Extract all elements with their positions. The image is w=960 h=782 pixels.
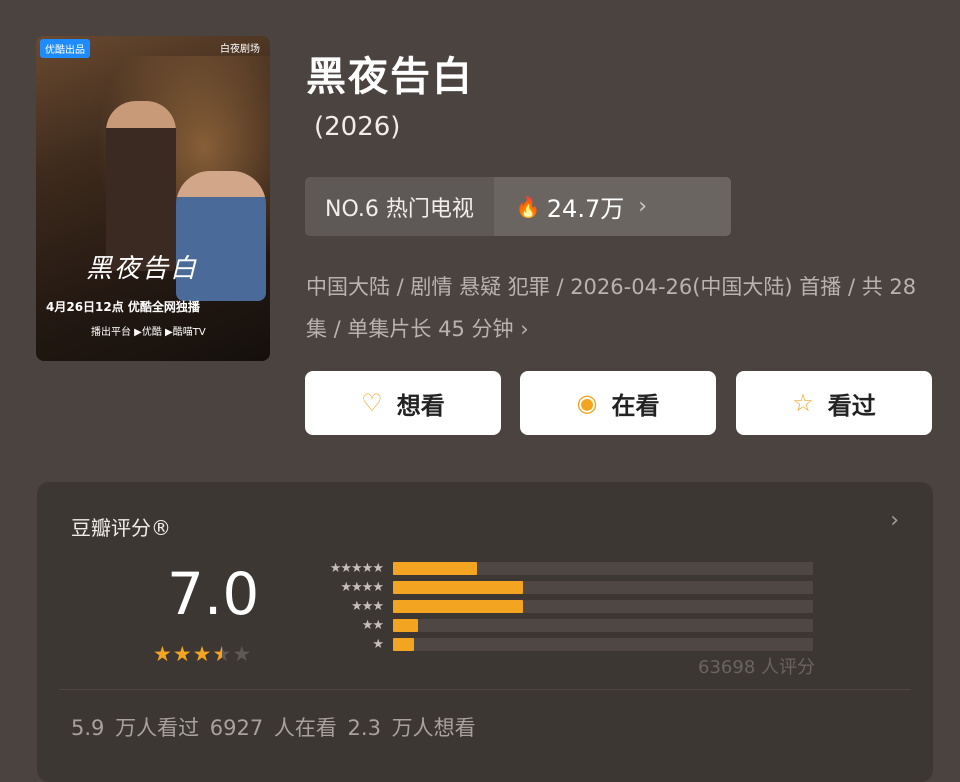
star-icon: ★ [232,642,253,666]
rating-bar [393,581,524,594]
rating-bar-track [393,581,813,594]
target-icon: ◉ [576,389,598,417]
rating-row: ★★ [299,616,813,635]
chevron-right-icon: › [638,194,648,219]
want-button[interactable]: ♡ 想看 [305,371,501,435]
rating-bar [393,638,414,651]
rating-bar [393,562,477,575]
rating-row: ★★★ [299,597,813,616]
meta-text: 中国大陆 / 剧情 悬疑 犯罪 / 2026-04-26(中国大陆) 首播 / … [306,275,917,341]
rating-row-stars: ★★ [361,618,384,633]
show-year: (2026) [314,112,401,142]
poster-image[interactable]: 优酷出品 白夜剧场 黑夜告白 4月26日12点 优酷全网独播 播出平台 ▶优酷 … [36,36,270,361]
rating-card[interactable]: 豆瓣评分® › 7.0 ★★★★★ ★★★★★ ★★★★ ★★★ ★★ ★ 63698 … [37,482,933,782]
rating-row: ★★★★ [299,578,813,597]
rating-bar [393,600,524,613]
rating-bar-track [393,562,813,575]
star-icon: ★ [153,642,173,666]
rating-label: 豆瓣评分® [71,516,171,540]
poster-figure-left [106,101,176,271]
watching-label: 在看 [611,391,660,420]
divider [59,689,911,690]
rating-row-stars: ★ [372,637,384,652]
audience-stats: 5.9 万人看过 6927 人在看 2.3 万人想看 [71,716,476,740]
rating-distribution: ★★★★★ ★★★★ ★★★ ★★ ★ [299,559,813,654]
poster-platforms: 播出平台 ▶优酷 ▶酷喵TV [91,327,206,338]
star-outline-icon: ☆ [792,389,814,417]
heat-link[interactable]: 🔥 24.7万 › [493,177,731,236]
heart-plus-icon: ♡ [361,389,383,417]
poster-release-banner: 4月26日12点 优酷全网独播 [46,300,200,314]
show-title: 黑夜告白 [306,54,474,100]
watched-button[interactable]: ☆ 看过 [736,371,932,435]
rating-score: 7.0 [167,560,260,628]
star-icon: ★ [172,642,193,666]
want-label: 想看 [396,391,445,420]
star-icon: ★ [212,642,233,666]
rating-count: 63698 人评分 [698,657,815,678]
show-meta[interactable]: 中国大陆 / 剧情 悬疑 犯罪 / 2026-04-26(中国大陆) 首播 / … [306,266,936,350]
chevron-right-icon: › [520,317,529,341]
rating-row: ★ [299,635,813,654]
poster-studio-logo: 白夜剧场 [220,44,260,55]
poster-badge: 优酷出品 [40,39,90,58]
heat-value: 24.7万 [546,195,625,223]
rating-bar-track [393,638,813,651]
flame-icon: 🔥 [515,194,541,219]
rating-row: ★★★★★ [299,559,813,578]
rating-stars: ★★★★★ [153,642,252,666]
watched-label: 看过 [827,391,876,420]
rating-row-stars: ★★★ [351,599,384,614]
ranking-bar[interactable]: NO.6 热门电视 🔥 24.7万 › [305,177,731,236]
watching-button[interactable]: ◉ 在看 [520,371,716,435]
rating-bar [393,619,419,632]
chevron-right-icon[interactable]: › [890,508,899,533]
rating-row-stars: ★★★★★ [329,561,384,576]
poster-title-art: 黑夜告白 [86,254,199,284]
rating-bar-track [393,600,813,613]
rating-row-stars: ★★★★ [340,580,384,595]
rank-label[interactable]: NO.6 热门电视 [305,177,494,236]
rating-bar-track [393,619,813,632]
star-icon: ★ [192,642,213,666]
